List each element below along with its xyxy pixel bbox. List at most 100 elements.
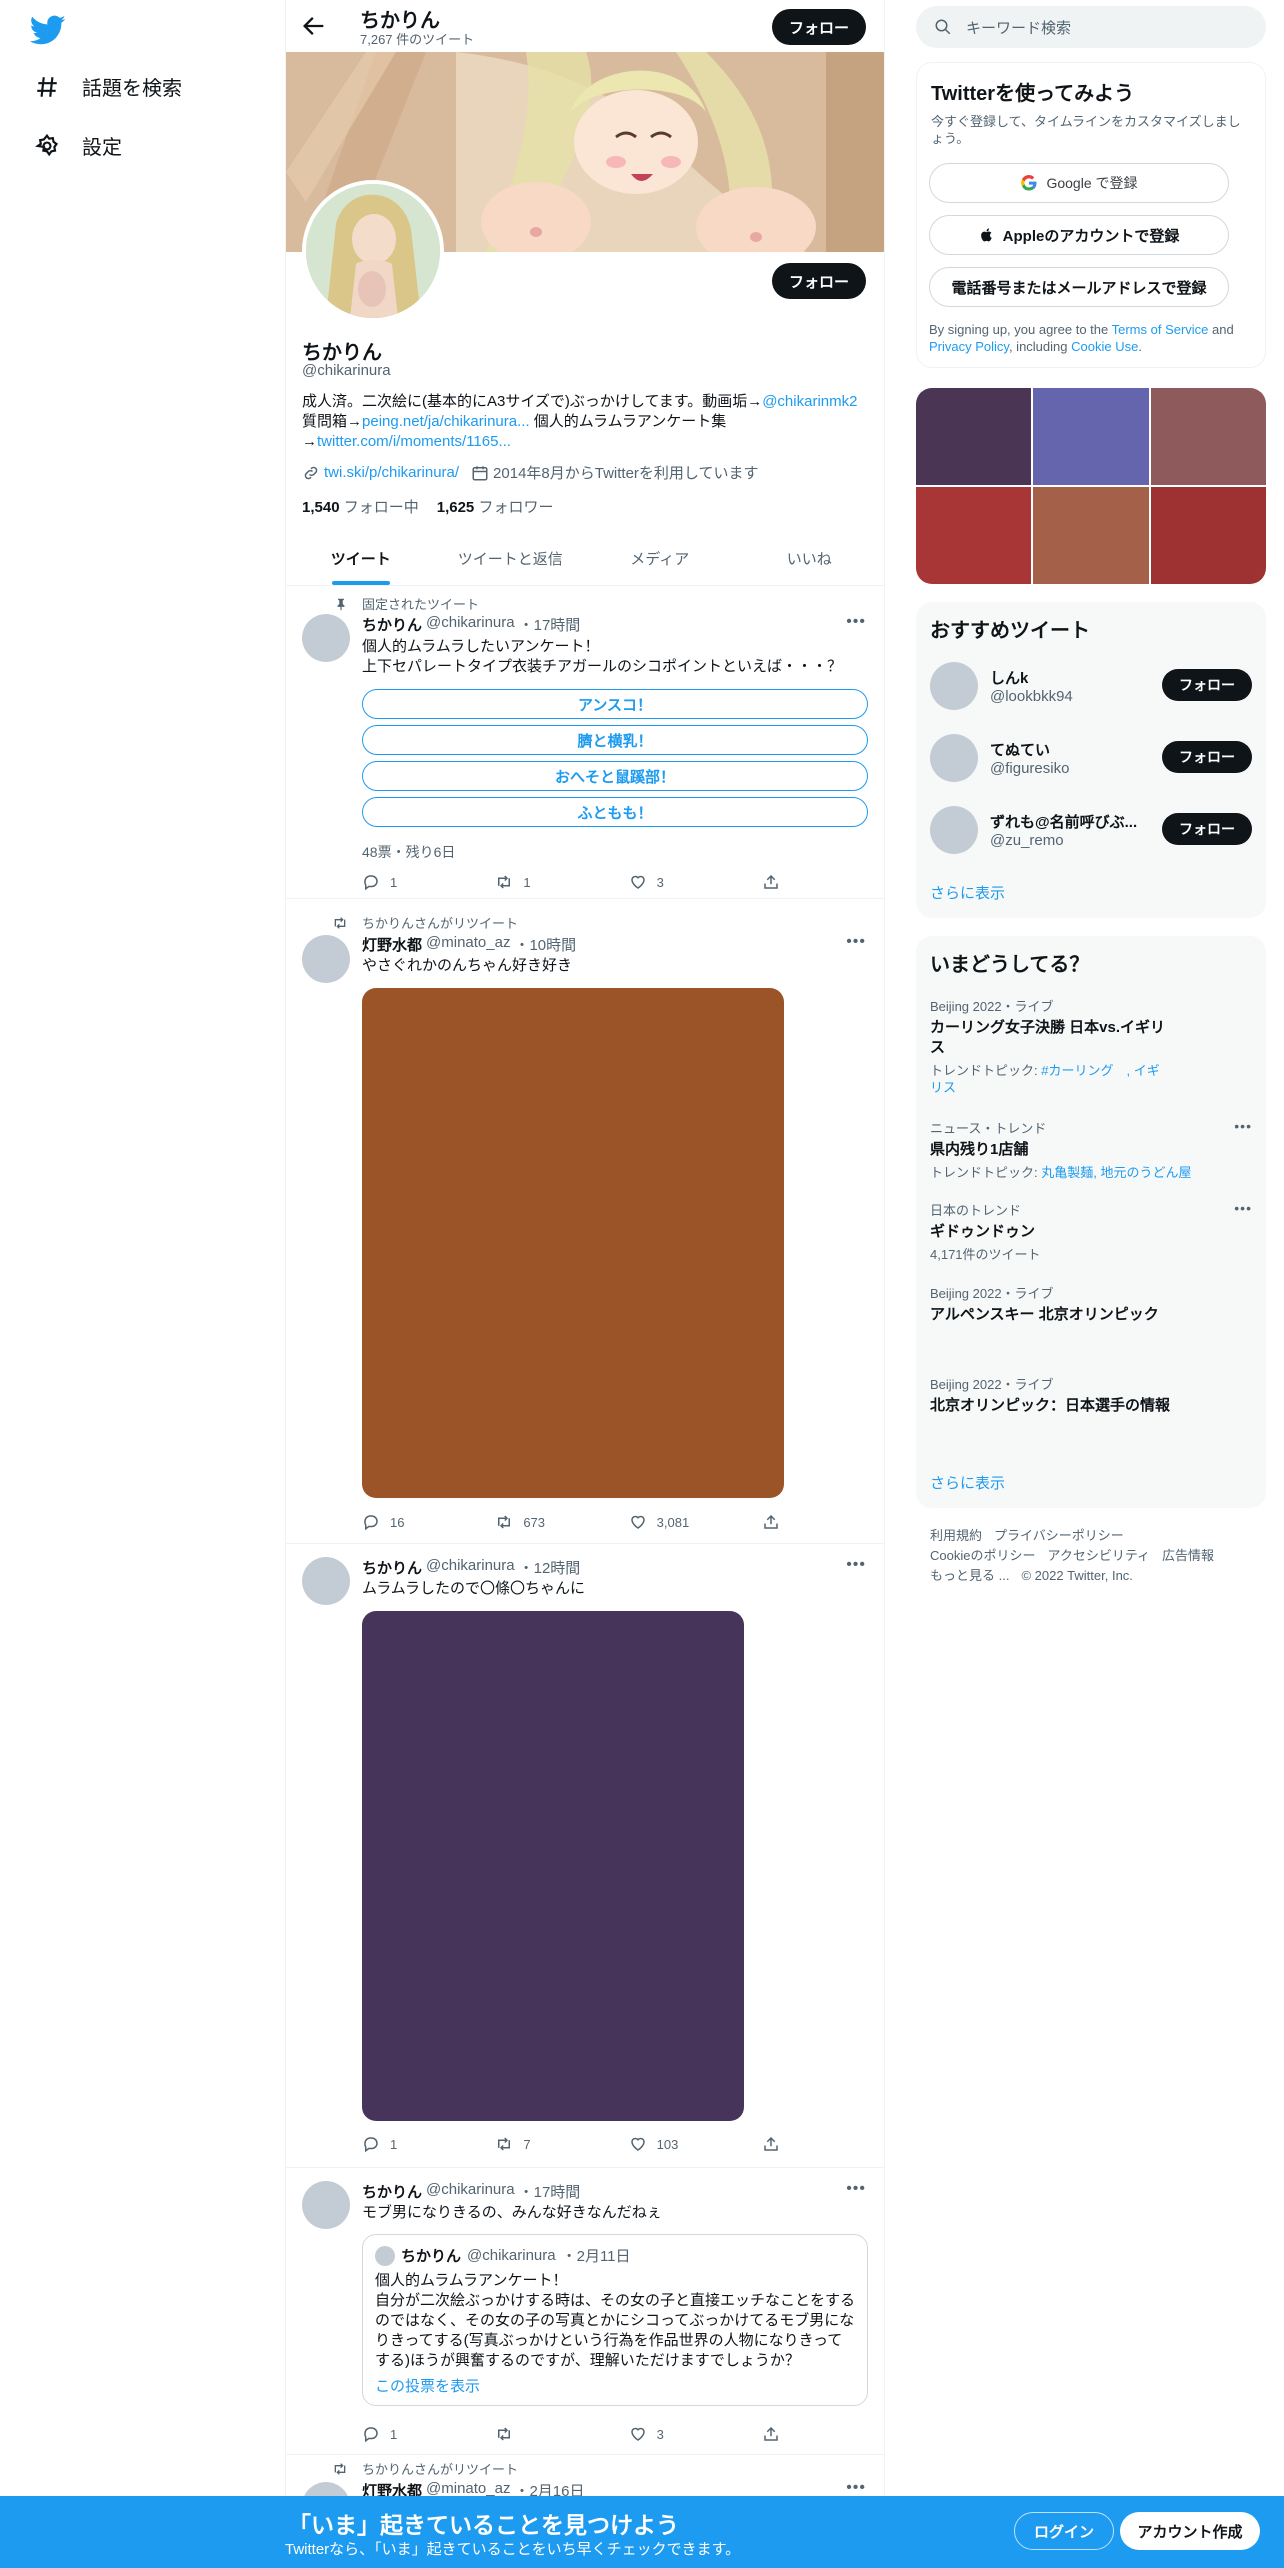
reply-button[interactable]: 1 bbox=[362, 873, 452, 891]
google-signup-button[interactable]: Google で登録 bbox=[929, 163, 1229, 203]
reco-user-2[interactable]: てぬてい @figuresiko フォロー bbox=[930, 732, 1252, 784]
footer-cookie[interactable]: Cookieのポリシー bbox=[930, 1548, 1035, 1563]
view-poll-link[interactable]: この投票を表示 bbox=[375, 2375, 480, 2396]
bio-link-video[interactable]: @chikarinmk2 bbox=[762, 393, 857, 410]
tweet-author-handle[interactable]: @chikarinura bbox=[426, 614, 515, 635]
tweet-time[interactable]: ・10時間 bbox=[514, 934, 576, 955]
tweet-author-handle[interactable]: @chikarinura bbox=[426, 2181, 515, 2202]
like-button[interactable]: 3 bbox=[629, 2425, 719, 2443]
tab-likes[interactable]: いいね bbox=[735, 532, 885, 585]
more-options-icon[interactable]: ••• bbox=[846, 2180, 866, 2198]
reco-follow-button[interactable]: フォロー bbox=[1162, 669, 1252, 701]
cookie-link[interactable]: Cookie Use bbox=[1071, 339, 1138, 354]
trend-more-icon[interactable]: ••• bbox=[1234, 1118, 1252, 1134]
media-thumb-1[interactable] bbox=[916, 388, 1032, 485]
footer-ads[interactable]: 広告情報 bbox=[1162, 1548, 1214, 1563]
bio-link-peing[interactable]: peing.net/ja/chikarinura... bbox=[362, 413, 530, 430]
share-button[interactable] bbox=[762, 2135, 782, 2153]
footer-privacy[interactable]: プライバシーポリシー bbox=[994, 1528, 1124, 1543]
tweet-author-name[interactable]: ちかりん bbox=[362, 614, 422, 635]
reply-button[interactable]: 1 bbox=[362, 2425, 452, 2443]
like-button[interactable]: 3,081 bbox=[629, 1513, 719, 1531]
more-options-icon[interactable]: ••• bbox=[846, 933, 866, 951]
footer-more[interactable]: もっと見る ... bbox=[930, 1568, 1009, 1583]
login-button[interactable]: ログイン bbox=[1014, 2512, 1114, 2550]
follow-button-top[interactable]: フォロー bbox=[772, 9, 866, 45]
trend-more-icon[interactable]: ••• bbox=[1234, 1200, 1252, 1216]
media-thumb-6[interactable] bbox=[1150, 487, 1266, 584]
trend-item-3[interactable]: ••• 日本のトレンド ギドゥンドゥン 4,171件のツイート bbox=[930, 1200, 1252, 1263]
tweet-own-media[interactable]: ちかりん @chikarinura ・12時間 ••• ムラムラしたので〇條〇ち… bbox=[286, 1545, 884, 2168]
media-thumb-4[interactable] bbox=[916, 487, 1032, 584]
tweet-author-handle[interactable]: @chikarinura bbox=[426, 1557, 515, 1578]
tweet-quote[interactable]: ちかりん @chikarinura ・17時間 ••• モブ男になりきるの、みん… bbox=[286, 2169, 884, 2455]
follow-button[interactable]: フォロー bbox=[772, 263, 866, 299]
media-thumb-2[interactable] bbox=[1033, 388, 1149, 485]
apple-signup-button[interactable]: Appleのアカウントで登録 bbox=[929, 215, 1229, 255]
following-link[interactable]: 1,540 フォロー中 bbox=[302, 496, 419, 517]
tweet-avatar[interactable] bbox=[302, 935, 350, 983]
tweet-time[interactable]: ・12時間 bbox=[519, 1557, 581, 1578]
like-button[interactable]: 103 bbox=[629, 2135, 719, 2153]
nav-explore[interactable]: 話題を検索 bbox=[34, 72, 182, 101]
quoted-tweet[interactable]: ちかりん @chikarinura ・2月11日 個人的ムラムラアンケート！ 自… bbox=[362, 2234, 868, 2406]
tweet-author-name[interactable]: ちかりん bbox=[362, 1557, 422, 1578]
profile-website[interactable]: twi.ski/p/chikarinura/ bbox=[302, 464, 459, 482]
like-button[interactable]: 3 bbox=[629, 873, 719, 891]
share-button[interactable] bbox=[762, 2425, 782, 2443]
media-thumb-5[interactable] bbox=[1033, 487, 1149, 584]
tweet-time[interactable]: ・17時間 bbox=[519, 614, 581, 635]
share-button[interactable] bbox=[762, 1513, 782, 1531]
nav-settings[interactable]: 設定 bbox=[34, 131, 122, 160]
reco-user-3[interactable]: ずれも@名前呼びぶ... @zu_remo フォロー bbox=[930, 804, 1252, 856]
trend-item-5[interactable]: Beijing 2022・ライブ 北京オリンピック：日本選手の情報 bbox=[930, 1374, 1252, 1416]
tweet-time[interactable]: ・17時間 bbox=[519, 2181, 581, 2202]
more-options-icon[interactable]: ••• bbox=[846, 1556, 866, 1574]
profile-avatar[interactable] bbox=[302, 180, 444, 322]
terms-link[interactable]: Terms of Service bbox=[1112, 322, 1209, 337]
followers-link[interactable]: 1,625 フォロワー bbox=[437, 496, 554, 517]
tweet-author-name[interactable]: 灯野水都 bbox=[362, 934, 422, 955]
tweet-pinned[interactable]: 固定されたツイート ちかりん @chikarinura ・17時間 ••• 個人… bbox=[286, 587, 884, 899]
privacy-link[interactable]: Privacy Policy bbox=[929, 339, 1009, 354]
reco-follow-button[interactable]: フォロー bbox=[1162, 741, 1252, 773]
tweet-retweet-1[interactable]: ちかりんさんがリツイート 灯野水都 @minato_az ・10時間 ••• や… bbox=[286, 900, 884, 1544]
retweet-button[interactable] bbox=[495, 2425, 585, 2443]
tab-tweets-replies[interactable]: ツイートと返信 bbox=[436, 532, 586, 585]
reco-follow-button[interactable]: フォロー bbox=[1162, 813, 1252, 845]
tweet-avatar[interactable] bbox=[302, 2181, 350, 2229]
tab-tweets[interactable]: ツイート bbox=[286, 532, 436, 585]
more-options-icon[interactable]: ••• bbox=[846, 613, 866, 631]
tweet-avatar[interactable] bbox=[302, 1557, 350, 1605]
search-box[interactable]: キーワード検索 bbox=[916, 6, 1266, 48]
tweet-author-name[interactable]: ちかりん bbox=[362, 2181, 422, 2202]
poll-option-2[interactable]: 臍と横乳！ bbox=[362, 725, 868, 755]
tweet-avatar[interactable] bbox=[302, 614, 350, 662]
retweet-button[interactable]: 7 bbox=[495, 2135, 585, 2153]
retweet-button[interactable]: 673 bbox=[495, 1513, 585, 1531]
footer-terms[interactable]: 利用規約 bbox=[930, 1528, 982, 1543]
poll-option-4[interactable]: ふともも！ bbox=[362, 797, 868, 827]
media-thumb-3[interactable] bbox=[1150, 388, 1266, 485]
phone-email-signup-button[interactable]: 電話番号またはメールアドレスで登録 bbox=[929, 267, 1229, 307]
create-account-button[interactable]: アカウント作成 bbox=[1120, 2512, 1260, 2550]
trend-sub-link[interactable]: 丸亀製麺, 地元のうどん屋 bbox=[1041, 1165, 1191, 1180]
footer-accessibility[interactable]: アクセシビリティ bbox=[1047, 1548, 1150, 1563]
reco-show-more[interactable]: さらに表示 bbox=[930, 882, 1005, 903]
tab-media[interactable]: メディア bbox=[585, 532, 735, 585]
reco-user-1[interactable]: しんk @lookbkk94 フォロー bbox=[930, 660, 1252, 712]
poll-option-1[interactable]: アンスコ！ bbox=[362, 689, 868, 719]
bio-link-moments[interactable]: twitter.com/i/moments/1165... bbox=[317, 433, 511, 450]
twitter-logo-icon[interactable] bbox=[30, 12, 66, 48]
tweet-media-image[interactable] bbox=[362, 988, 784, 1498]
trend-item-4[interactable]: Beijing 2022・ライブ アルペンスキー 北京オリンピック bbox=[930, 1283, 1252, 1325]
trend-item-2[interactable]: ••• ニュース・トレンド 県内残り1店舗 トレンドトピック: 丸亀製麺, 地元… bbox=[930, 1118, 1252, 1181]
more-options-icon[interactable]: ••• bbox=[846, 2479, 866, 2497]
back-arrow-icon[interactable] bbox=[300, 12, 328, 40]
share-button[interactable] bbox=[762, 873, 782, 891]
trends-show-more[interactable]: さらに表示 bbox=[930, 1472, 1005, 1493]
poll-option-3[interactable]: おへそと鼠蹊部！ bbox=[362, 761, 868, 791]
reply-button[interactable]: 1 bbox=[362, 2135, 452, 2153]
website-link[interactable]: twi.ski/p/chikarinura/ bbox=[324, 464, 459, 481]
trend-item-1[interactable]: Beijing 2022・ライブ カーリング女子決勝 日本vs.イギリス トレン… bbox=[930, 996, 1252, 1096]
